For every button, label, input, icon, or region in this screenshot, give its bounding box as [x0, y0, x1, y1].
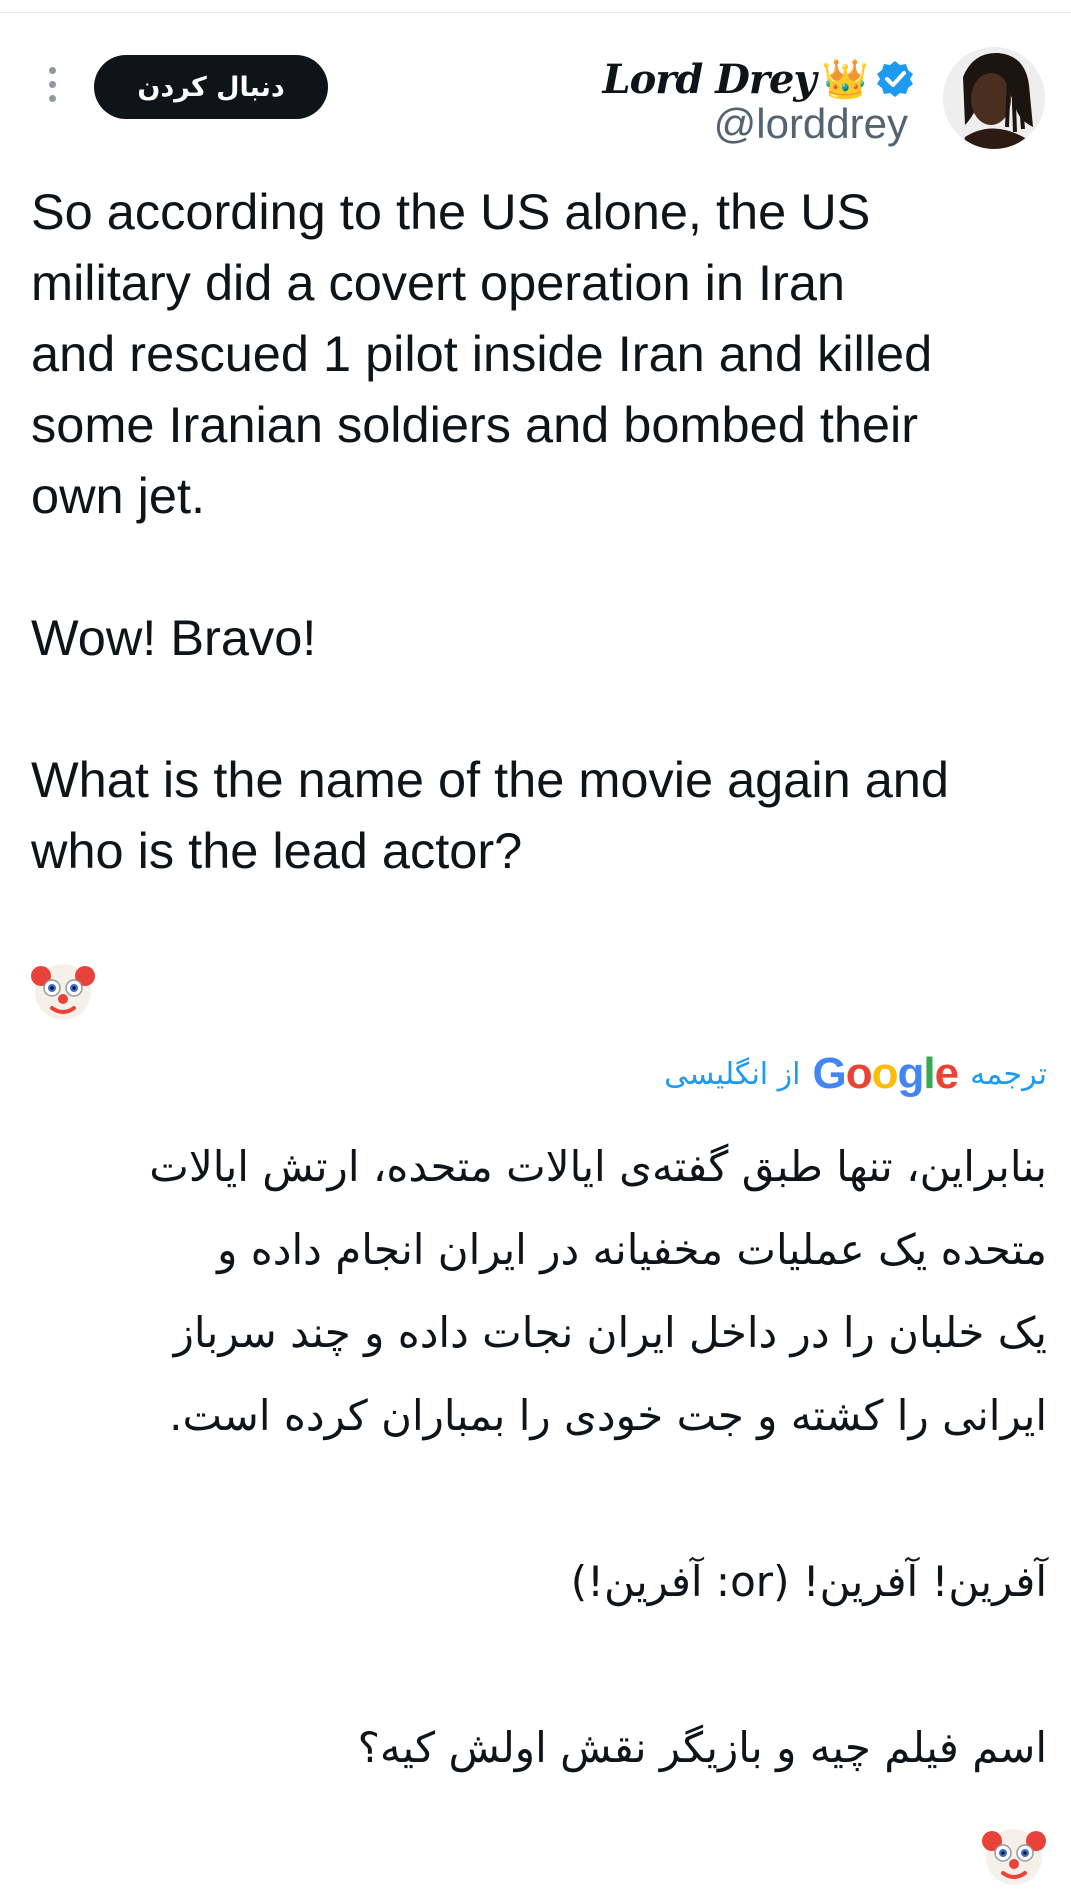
- display-name[interactable]: Lord Drey: [602, 56, 816, 103]
- user-handle[interactable]: @lorddrey: [714, 100, 908, 148]
- tweet-header: 👑 Lord Drey @lorddrey دنبال کردن: [0, 45, 1071, 155]
- clown-face-emoji-icon: [982, 1829, 1046, 1885]
- top-divider: [0, 12, 1071, 13]
- follow-button[interactable]: دنبال کردن: [94, 55, 328, 119]
- translated-text: بنابراین، تنها طبق گفته‌ی ایالات متحده، …: [149, 1142, 1047, 1772]
- clown-face-emoji-icon: [31, 964, 95, 1020]
- avatar[interactable]: [943, 47, 1045, 149]
- translate-source-language[interactable]: از انگلیسی: [664, 1057, 800, 1092]
- translate-line[interactable]: ترجمه Google از انگلیسی: [664, 1046, 1047, 1102]
- google-logo: Google: [812, 1049, 960, 1098]
- verified-badge-icon: [877, 61, 913, 97]
- name-row[interactable]: 👑 Lord Drey: [602, 51, 915, 107]
- more-vertical-icon[interactable]: [42, 67, 62, 107]
- translate-label[interactable]: ترجمه: [970, 1057, 1047, 1092]
- tweet-text: So according to the US alone, the US mil…: [31, 183, 949, 879]
- crown-icon: 👑: [821, 57, 869, 101]
- avatar-image-icon: [943, 47, 1045, 149]
